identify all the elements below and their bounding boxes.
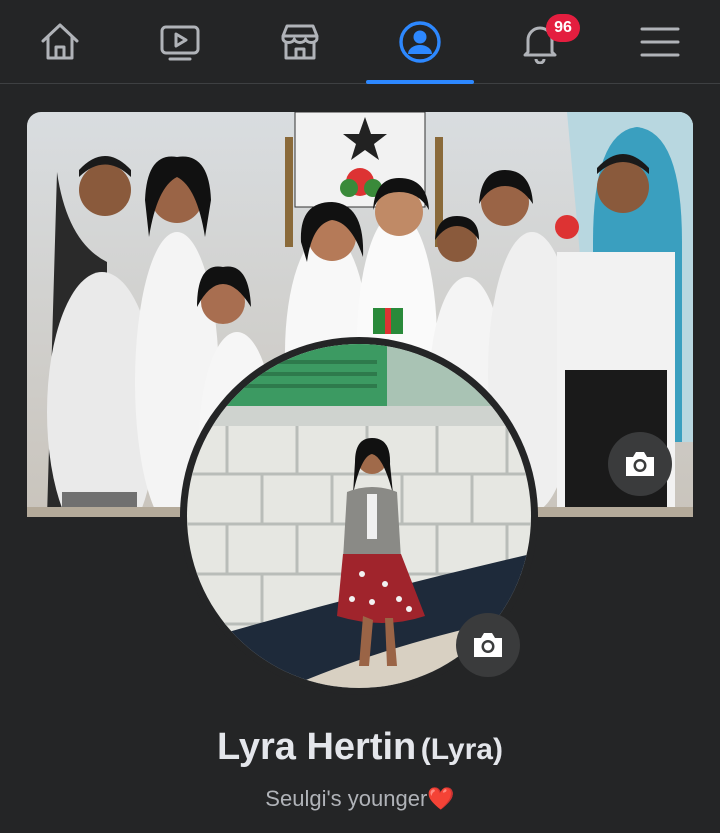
profile-bio: Seulgi's younger❤️ [0, 786, 720, 812]
profile-name: Lyra Hertin [217, 726, 417, 768]
camera-icon [474, 633, 502, 657]
camera-icon [626, 452, 654, 476]
profile-picture-frame[interactable] [180, 337, 538, 695]
store-icon [281, 24, 319, 60]
tab-profile[interactable] [360, 0, 480, 84]
video-icon [160, 25, 200, 61]
tab-notifications[interactable]: 96 [480, 0, 600, 84]
tab-menu[interactable] [600, 0, 720, 84]
top-navigation-bar: 96 [0, 0, 720, 84]
edit-cover-photo-button[interactable] [608, 432, 672, 496]
notification-badge: 96 [546, 14, 580, 42]
tab-marketplace[interactable] [240, 0, 360, 84]
profile-bio-text: Seulgi's younger [265, 786, 428, 811]
hamburger-menu-icon [640, 27, 680, 57]
heart-emoji-icon: ❤️ [427, 786, 455, 811]
tab-watch[interactable] [120, 0, 240, 84]
edit-profile-picture-button[interactable] [456, 613, 520, 677]
profile-alternate-name: (Lyra) [420, 733, 503, 766]
tab-home[interactable] [0, 0, 120, 84]
home-icon [41, 23, 79, 60]
profile-icon [399, 21, 441, 63]
profile-name-line: Lyra Hertin (Lyra) [0, 726, 720, 769]
